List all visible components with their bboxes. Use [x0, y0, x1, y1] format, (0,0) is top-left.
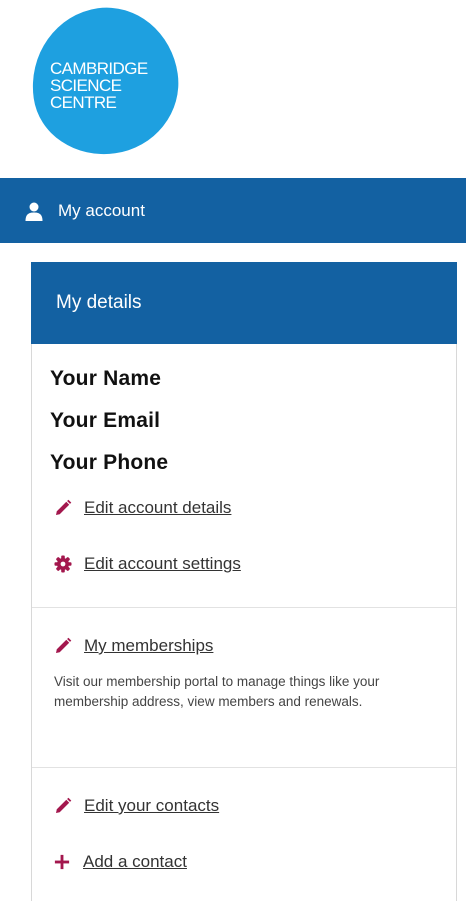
- logo-line-1: CAMBRIDGE: [50, 59, 148, 78]
- edit-contacts-row[interactable]: Edit your contacts: [54, 794, 456, 818]
- user-phone: Your Phone: [50, 451, 169, 474]
- plus-icon: [54, 854, 70, 870]
- user-name: Your Name: [50, 367, 162, 390]
- user-email: Your Email: [50, 409, 161, 432]
- pencil-icon: [56, 637, 72, 653]
- memberships-section: My memberships Visit our membership port…: [32, 608, 456, 768]
- my-account-label: My account: [58, 200, 145, 220]
- contacts-section: Edit your contacts Add a contact: [32, 768, 456, 874]
- gear-icon: [54, 555, 72, 573]
- my-memberships-link[interactable]: My memberships: [84, 636, 213, 656]
- logo-line-3: CENTRE: [50, 93, 117, 112]
- memberships-description: Visit our membership portal to manage th…: [54, 674, 380, 709]
- user-icon: [25, 202, 43, 221]
- pencil-icon: [56, 797, 72, 813]
- add-contact-row[interactable]: Add a contact: [54, 850, 456, 874]
- edit-account-settings-row[interactable]: Edit account settings: [54, 552, 456, 576]
- logo-line-2: SCIENCE: [50, 76, 122, 95]
- edit-account-details-link[interactable]: Edit account details: [84, 498, 231, 518]
- details-section: Your Name Your Email Your Phone Edit acc…: [32, 344, 456, 608]
- edit-account-details-row[interactable]: Edit account details: [54, 496, 456, 520]
- edit-account-settings-link[interactable]: Edit account settings: [84, 554, 241, 574]
- panel-title: My details: [56, 292, 142, 313]
- panel-header: My details: [31, 262, 457, 344]
- my-memberships-row[interactable]: My memberships: [54, 634, 456, 658]
- my-details-panel: My details Your Name Your Email Your Pho…: [31, 262, 457, 901]
- pencil-icon: [56, 499, 72, 515]
- logo-text: CAMBRIDGE SCIENCE CENTRE: [50, 60, 170, 111]
- add-contact-link[interactable]: Add a contact: [83, 852, 187, 872]
- edit-contacts-link[interactable]: Edit your contacts: [84, 796, 219, 816]
- my-account-bar[interactable]: My account: [0, 178, 466, 243]
